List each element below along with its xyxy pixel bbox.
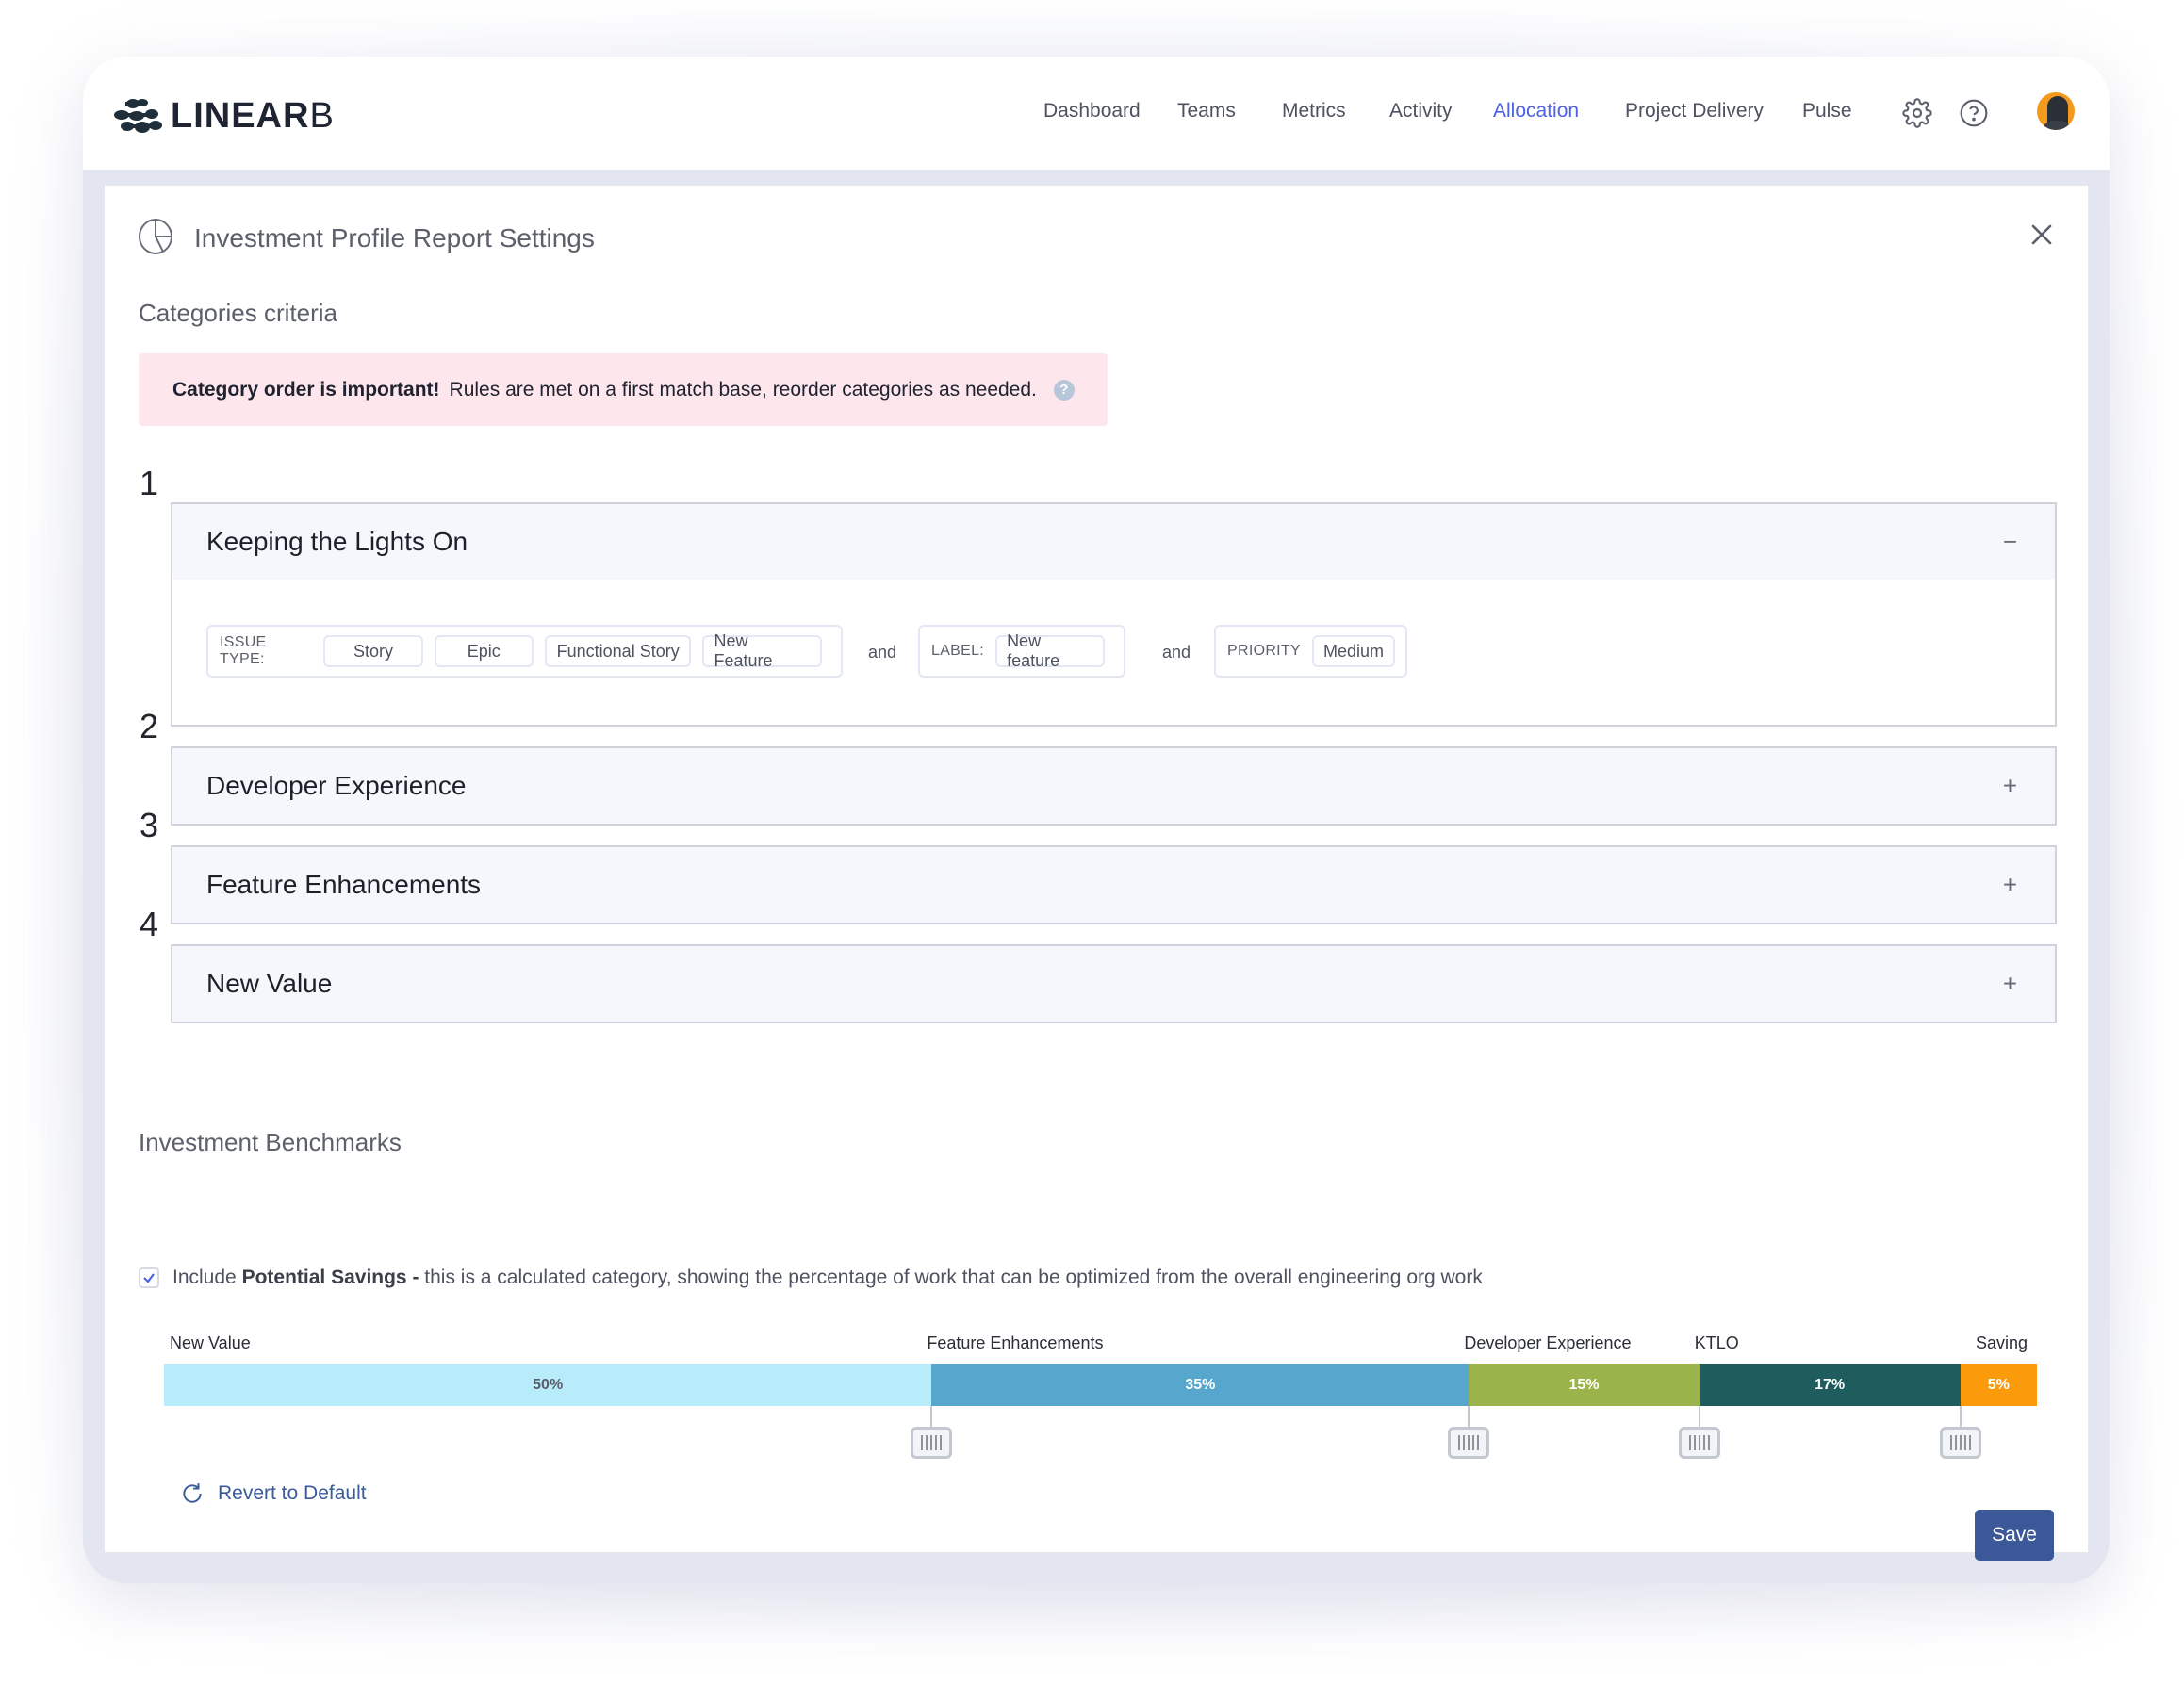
nav-project-delivery[interactable]: Project Delivery (1625, 100, 1764, 123)
save-button[interactable]: Save (1975, 1510, 2054, 1561)
benchmark-segment: 5% (1960, 1364, 2037, 1406)
top-navigation-bar: LINEARB Dashboard Teams Metrics Activity… (83, 57, 2110, 170)
handle-connector (930, 1406, 933, 1427)
expand-icon[interactable]: + (2003, 970, 2017, 999)
rule-label: ISSUE TYPE: (220, 634, 267, 667)
category-rules: ISSUE TYPE: Story Epic Functional Story … (172, 580, 2055, 725)
warning-bold: Category order is important! (172, 378, 440, 401)
and-connector: and (868, 643, 897, 662)
handle-connector (1959, 1406, 1962, 1427)
rule-label-group: LABEL: New feature (918, 625, 1125, 678)
category-keeping-lights-on: Keeping the Lights On − ISSUE TYPE: Stor… (171, 502, 2057, 727)
benchmark-slider-handle[interactable] (911, 1427, 953, 1459)
pie-chart-icon (139, 219, 172, 254)
rule-chip[interactable]: Functional Story (544, 635, 692, 667)
collapse-icon[interactable]: − (2003, 528, 2017, 557)
rule-chip[interactable]: New feature (995, 631, 1105, 670)
help-icon[interactable] (1959, 98, 1989, 128)
and-connector: and (1162, 643, 1191, 662)
handle-connector (1698, 1406, 1700, 1427)
report-settings-dialog: Investment Profile Report Settings Categ… (105, 186, 2088, 1561)
nav-dashboard[interactable]: Dashboard (1043, 100, 1141, 123)
rule-chip[interactable]: Medium (1311, 635, 1395, 667)
category-new-value: New Value + (171, 944, 2057, 1023)
benchmark-segment: 50% (164, 1364, 932, 1406)
category-header[interactable]: New Value + (172, 946, 2055, 1022)
nav-allocation[interactable]: Allocation (1493, 100, 1579, 123)
benchmark-segment-label: Saving (1975, 1333, 2028, 1352)
rule-chip[interactable]: Story (323, 635, 423, 667)
app-window: LINEARB Dashboard Teams Metrics Activity… (83, 57, 2110, 1583)
help-icon[interactable]: ? (1053, 379, 1075, 401)
rule-chip[interactable]: New Feature (702, 631, 822, 670)
grip-icon (1458, 1435, 1480, 1450)
handle-connector (1468, 1406, 1470, 1427)
rule-label: PRIORITY (1227, 643, 1301, 659)
expand-icon[interactable]: + (2003, 871, 2017, 900)
grip-icon (921, 1435, 943, 1450)
category-header[interactable]: Developer Experience + (172, 748, 2055, 824)
category-name: Feature Enhancements (206, 870, 482, 899)
categories-criteria-title: Categories criteria (139, 299, 337, 327)
revert-to-default-button[interactable]: Revert to Default (180, 1481, 367, 1506)
category-number: 2 (140, 707, 159, 745)
nav-metrics[interactable]: Metrics (1282, 100, 1346, 123)
warning-text: Rules are met on a first match base, reo… (449, 378, 1037, 401)
checkmark-icon (143, 1273, 155, 1283)
category-name: Keeping the Lights On (206, 527, 468, 556)
benchmark-segment: 15% (1469, 1364, 1700, 1406)
benchmark-slider-handle[interactable] (1448, 1427, 1490, 1459)
nav-pulse[interactable]: Pulse (1802, 100, 1852, 123)
include-savings-label: Include Potential Savings - this is a ca… (172, 1267, 1483, 1288)
grip-icon (1949, 1435, 1971, 1450)
main-nav: Dashboard Teams Metrics Activity Allocat… (83, 57, 2110, 170)
rule-priority: PRIORITY Medium (1214, 625, 1407, 678)
benchmark-slider-handle[interactable] (1678, 1427, 1720, 1459)
benchmark-segment-label: KTLO (1694, 1333, 1739, 1352)
include-savings-checkbox[interactable] (139, 1267, 159, 1288)
rule-chip[interactable]: Epic (434, 635, 534, 667)
benchmark-segment-label: Developer Experience (1464, 1333, 1632, 1352)
user-avatar[interactable] (2037, 92, 2075, 130)
benchmark-bar: 50% 35% 15% 17% 5% (164, 1364, 2037, 1406)
rule-label: LABEL: (931, 643, 985, 659)
category-developer-experience: Developer Experience + (171, 746, 2057, 826)
close-icon[interactable] (2030, 223, 2053, 246)
category-header[interactable]: Keeping the Lights On − (172, 504, 2055, 580)
category-feature-enhancements: Feature Enhancements + (171, 845, 2057, 924)
category-number: 1 (140, 464, 159, 502)
rule-issue-type: ISSUE TYPE: Story Epic Functional Story … (206, 625, 843, 678)
category-header[interactable]: Feature Enhancements + (172, 847, 2055, 923)
benchmark-segment: 35% (931, 1364, 1470, 1406)
revert-label: Revert to Default (218, 1482, 367, 1504)
category-name: New Value (206, 969, 333, 998)
nav-activity[interactable]: Activity (1389, 100, 1453, 123)
benchmark-segment-label: Feature Enhancements (927, 1333, 1104, 1352)
nav-teams[interactable]: Teams (1177, 100, 1236, 123)
dialog-title: Investment Profile Report Settings (194, 223, 595, 253)
category-name: Developer Experience (206, 771, 467, 800)
gear-icon[interactable] (1902, 98, 1932, 128)
category-number: 3 (140, 806, 159, 844)
category-order-warning: Category order is important! Rules are m… (139, 353, 1108, 426)
category-number: 4 (140, 905, 159, 943)
benchmark-slider-handle[interactable] (1939, 1427, 1981, 1459)
refresh-icon (183, 1483, 202, 1503)
expand-icon[interactable]: + (2003, 772, 2017, 801)
investment-benchmarks-title: Investment Benchmarks (139, 1128, 402, 1156)
grip-icon (1688, 1435, 1710, 1450)
benchmark-segment-label: New Value (170, 1333, 251, 1352)
benchmark-segment: 17% (1699, 1364, 1961, 1406)
